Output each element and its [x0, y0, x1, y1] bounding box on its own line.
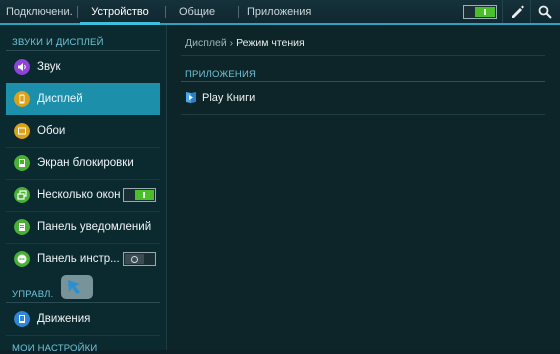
breadcrumb: Дисплей › Режим чтения — [185, 37, 305, 49]
multi-window-icon — [14, 187, 30, 203]
motion-icon — [14, 311, 30, 327]
sidebar-item-label: Дисплей — [37, 93, 83, 105]
sidebar-item-display[interactable]: Дисплей — [6, 83, 160, 115]
tab-device[interactable]: Устройство — [80, 0, 160, 25]
section-header-my-settings: МОИ НАСТРОЙКИ — [12, 343, 98, 354]
multi-window-toggle[interactable] — [123, 188, 156, 202]
sidebar-item-toolbox[interactable]: Панель инстр... — [6, 243, 160, 275]
sidebar-item-label: Обои — [37, 125, 66, 137]
master-toggle[interactable] — [463, 5, 497, 19]
breadcrumb-divider — [181, 55, 545, 56]
sidebar-item-label: Экран блокировки — [37, 157, 134, 169]
sidebar-item-sound[interactable]: Звук — [6, 51, 160, 83]
tab-divider — [238, 6, 239, 18]
sidebar-item-label: Панель инстр... — [37, 253, 120, 265]
toolbox-icon — [14, 251, 30, 267]
breadcrumb-parent[interactable]: Дисплей — [185, 37, 227, 49]
sidebar-item-lock-screen[interactable]: Экран блокировки — [6, 147, 160, 179]
lock-screen-icon — [14, 155, 30, 171]
notification-icon — [14, 219, 30, 235]
tab-connections[interactable]: Подключени... — [6, 0, 72, 23]
play-books-icon — [186, 92, 196, 103]
speaker-icon — [14, 59, 30, 75]
item-divider — [6, 335, 160, 336]
sidebar-item-label: Звук — [37, 61, 61, 73]
tab-general[interactable]: Общие — [179, 0, 229, 23]
section-header-controls: УПРАВЛ. — [12, 289, 54, 300]
item-divider — [181, 114, 545, 115]
section-header-sound-display: ЗВУКИ И ДИСПЛЕЙ — [12, 37, 104, 48]
tab-divider — [165, 6, 166, 18]
phone-icon — [14, 91, 30, 107]
breadcrumb-separator: › — [229, 37, 234, 49]
app-item-play-books[interactable]: Play Книги — [181, 83, 545, 113]
pencil-icon[interactable] — [509, 4, 525, 20]
toolbar-divider — [530, 0, 531, 23]
sidebar-item-motions[interactable]: Движения — [6, 303, 160, 335]
toolbar-divider — [502, 0, 503, 23]
pen-pointer-icon — [61, 275, 93, 299]
settings-sidebar: ЗВУКИ И ДИСПЛЕЙ Звук Дисплей Обои Экран … — [0, 25, 167, 354]
wallpaper-icon — [14, 123, 30, 139]
sidebar-item-wallpaper[interactable]: Обои — [6, 115, 160, 147]
sidebar-item-multi-window[interactable]: Несколько окон — [6, 179, 160, 211]
sidebar-item-notification-panel[interactable]: Панель уведомлений — [6, 211, 160, 243]
breadcrumb-current: Режим чтения — [236, 37, 305, 49]
sidebar-item-label: Панель уведомлений — [37, 221, 152, 233]
toolbox-toggle[interactable] — [123, 252, 156, 266]
section-header-apps: ПРИЛОЖЕНИЯ — [185, 69, 257, 80]
main-content: Дисплей › Режим чтения ПРИЛОЖЕНИЯ Play К… — [167, 25, 560, 350]
app-item-label: Play Книги — [202, 92, 256, 104]
search-icon[interactable] — [537, 4, 553, 20]
tab-divider — [77, 6, 78, 18]
top-tab-bar: Подключени... Устройство Общие Приложени… — [0, 0, 560, 25]
sidebar-item-label: Несколько окон — [37, 189, 121, 201]
section-divider — [181, 81, 545, 82]
tab-applications[interactable]: Приложения — [247, 0, 317, 23]
sidebar-item-label: Движения — [37, 313, 91, 325]
